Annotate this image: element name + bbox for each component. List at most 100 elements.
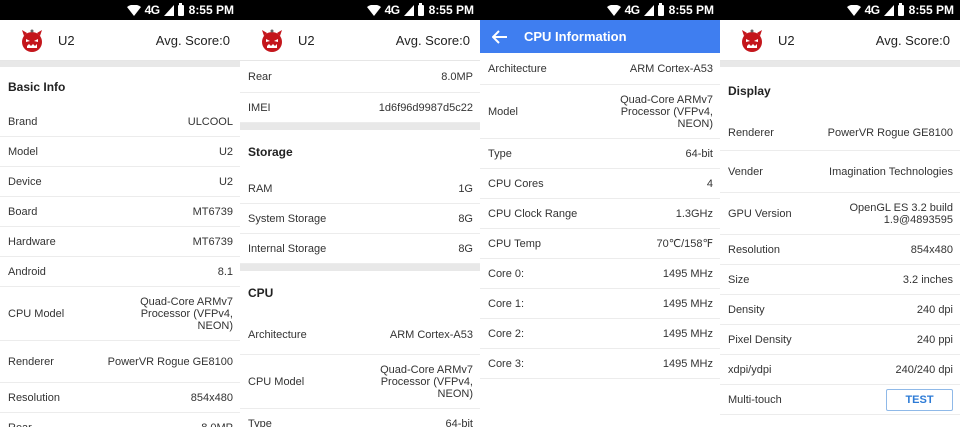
info-value: 4 <box>706 177 713 190</box>
info-label: CPU Cores <box>488 177 544 190</box>
info-row: GPU Version OpenGL ES 3.2 build 1.9@48935… <box>720 193 960 235</box>
info-value: 1495 MHz <box>662 327 713 340</box>
app-bar: U2 Avg. Score:0 <box>720 20 960 61</box>
info-value: Quad-Core ARMv7 Processor (VFPv4, NEON) <box>380 363 473 400</box>
info-row: Model U2 <box>0 137 240 167</box>
info-value: PowerVR Rogue GE8100 <box>827 126 953 139</box>
signal-icon <box>403 4 414 16</box>
info-value: 8G <box>458 212 473 225</box>
info-row: Board MT6739 <box>0 197 240 227</box>
info-label: Type <box>488 147 512 160</box>
info-value: ULCOOL <box>187 115 233 128</box>
signal-icon <box>163 4 174 16</box>
info-row: Vender Imagination Technologies <box>720 151 960 193</box>
battery-icon <box>177 3 184 16</box>
info-label: Core 0: <box>488 267 525 280</box>
avg-score: Avg. Score:0 <box>875 32 950 48</box>
info-value: PowerVR Rogue GE8100 <box>107 355 233 368</box>
info-label: Core 3: <box>488 357 525 370</box>
info-label: Rear <box>248 70 272 83</box>
info-row: CPU Model Quad-Core ARMv7 Processor (VFPv… <box>240 355 480 409</box>
status-bar: 4G 8:55 PM <box>720 0 960 20</box>
info-row: Type 64-bit <box>240 409 480 427</box>
app-bar: U2 Avg. Score:0 <box>0 20 240 61</box>
info-label: Hardware <box>8 235 56 248</box>
info-row: CPU Clock Range 1.3GHz <box>480 199 720 229</box>
info-row: Size 3.2 inches <box>720 265 960 295</box>
info-label: Device <box>8 175 42 188</box>
info-row: Rear 8.0MP <box>0 413 240 427</box>
info-label: Board <box>8 205 38 218</box>
info-row: CPU Cores 4 <box>480 169 720 199</box>
info-label: CPU Model <box>8 307 65 320</box>
info-value: 240/240 dpi <box>895 363 954 376</box>
info-label: CPU Model <box>248 375 305 388</box>
avg-score: Avg. Score:0 <box>395 32 470 48</box>
info-row: Type 64-bit <box>480 139 720 169</box>
section-title: Display <box>728 84 771 98</box>
info-value: 1495 MHz <box>662 357 713 370</box>
back-arrow-icon[interactable] <box>492 29 508 44</box>
info-label: Model <box>8 145 38 158</box>
info-label: CPU Clock Range <box>488 207 578 220</box>
info-label: RAM <box>248 182 273 195</box>
info-label: Resolution <box>8 391 60 404</box>
network-type: 4G <box>624 3 641 17</box>
info-row: Core 2: 1495 MHz <box>480 319 720 349</box>
app-logo-icon <box>260 27 284 53</box>
info-row: Rear 8.0MP <box>240 61 480 93</box>
info-value: ARM Cortex-A53 <box>629 62 713 75</box>
info-label: Size <box>728 273 750 286</box>
info-value: 1.3GHz <box>675 207 713 220</box>
info-label: IMEI <box>248 101 271 114</box>
info-value: 64-bit <box>445 417 473 427</box>
info-value: Quad-Core ARMv7 Processor (VFPv4, NEON) <box>140 295 233 332</box>
info-row: Resolution 854x480 <box>0 383 240 413</box>
info-label: Internal Storage <box>248 242 327 255</box>
info-value: U2 <box>218 175 233 188</box>
info-label: System Storage <box>248 212 327 225</box>
app-logo-icon <box>20 27 44 53</box>
info-row: Resolution 854x480 <box>720 235 960 265</box>
wifi-icon <box>606 4 621 16</box>
section-title-storage: Storage <box>248 145 293 159</box>
info-value: 240 dpi <box>916 303 953 316</box>
info-value: 3.2 inches <box>902 273 953 286</box>
info-value: 8G <box>458 242 473 255</box>
info-row: Renderer PowerVR Rogue GE8100 <box>0 341 240 383</box>
info-row: Hardware MT6739 <box>0 227 240 257</box>
info-row: Model Quad-Core ARMv7 Processor (VFPv4, N… <box>480 85 720 139</box>
info-label: Core 2: <box>488 327 525 340</box>
info-row: System Storage 8G <box>240 204 480 234</box>
panel-basic-info: 4G 8:55 PM U2 Avg. Score:0 Basic Info Br… <box>0 0 240 427</box>
info-row: CPU Temp 70℃/158℉ <box>480 229 720 259</box>
info-label: Multi-touch <box>728 393 782 406</box>
info-value: 1d6f96d9987d5c22 <box>378 101 473 114</box>
info-value: 8.1 <box>217 265 233 278</box>
multitouch-test-button[interactable]: TEST <box>886 388 953 411</box>
wifi-icon <box>366 4 381 16</box>
info-row: Device U2 <box>0 167 240 197</box>
info-value: 854x480 <box>910 243 953 256</box>
device-name: U2 <box>778 32 795 48</box>
info-value: 1G <box>458 182 473 195</box>
info-label: Brand <box>8 115 38 128</box>
info-value: 64-bit <box>685 147 713 160</box>
status-bar: 4G 8:55 PM <box>480 0 720 20</box>
info-label: Renderer <box>728 126 774 139</box>
signal-icon <box>883 4 894 16</box>
app-bar: U2 Avg. Score:0 <box>240 20 480 61</box>
info-row: Architecture ARM Cortex-A53 <box>240 315 480 355</box>
app-logo-icon <box>740 27 764 53</box>
info-value: OpenGL ES 3.2 build 1.9@4893595 <box>849 201 953 226</box>
info-row: Core 0: 1495 MHz <box>480 259 720 289</box>
wifi-icon <box>126 4 141 16</box>
info-value: U2 <box>218 145 233 158</box>
info-label: Type <box>248 417 272 427</box>
info-row: Multi-touch TEST <box>720 385 960 415</box>
info-row: Core 3: 1495 MHz <box>480 349 720 379</box>
info-label: Resolution <box>728 243 780 256</box>
info-label: Vender <box>728 165 763 178</box>
panel-display: 4G 8:55 PM U2 Avg. Score:0 Display Rende… <box>720 0 960 427</box>
display-list: Display Renderer PowerVR Rogue GE8100 Vend… <box>720 61 960 415</box>
